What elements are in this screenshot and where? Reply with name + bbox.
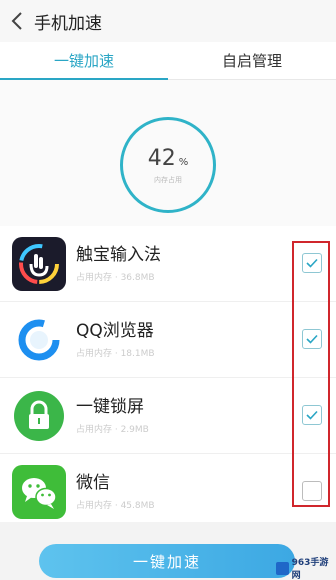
app-checkbox[interactable] xyxy=(302,481,322,501)
back-arrow-icon xyxy=(11,12,22,30)
memory-percent: 42 xyxy=(147,145,176,171)
header-bar: 手机加速 xyxy=(0,0,336,42)
watermark-text: 963手游网 xyxy=(291,558,329,580)
app-memory: 占用内存 · 45.8MB xyxy=(76,501,155,511)
boost-button[interactable]: 一键加速 xyxy=(39,544,295,578)
app-list: 触宝输入法 占用内存 · 36.8MB QQ浏览器 占用内存 · 18.1MB xyxy=(0,226,336,522)
app-name: 微信 xyxy=(76,473,110,493)
check-icon xyxy=(306,410,318,420)
app-name: 触宝输入法 xyxy=(76,245,161,265)
app-memory: 占用内存 · 36.8MB xyxy=(76,273,155,283)
memory-label: 内存占用 xyxy=(154,175,182,184)
memory-unit: % xyxy=(178,156,189,168)
tab-one-key-boost[interactable]: 一键加速 xyxy=(0,42,168,80)
touchpal-icon xyxy=(12,237,66,291)
page-title: 手机加速 xyxy=(34,13,102,34)
lock-icon xyxy=(12,389,66,443)
check-icon xyxy=(306,334,318,344)
watermark: 963手游网 xyxy=(276,557,336,580)
memory-ring: 42 % 内存占用 xyxy=(120,117,216,213)
list-item[interactable]: QQ浏览器 占用内存 · 18.1MB xyxy=(0,302,336,378)
qq-browser-icon xyxy=(12,313,66,367)
app-name: 一键锁屏 xyxy=(76,397,144,417)
tab-bar: 一键加速 自启管理 xyxy=(0,42,336,80)
app-checkbox[interactable] xyxy=(302,253,322,273)
app-checkbox[interactable] xyxy=(302,405,322,425)
app-name: QQ浏览器 xyxy=(76,321,154,341)
check-icon xyxy=(306,258,318,268)
list-item[interactable]: 微信 占用内存 · 45.8MB xyxy=(0,454,336,522)
wechat-icon xyxy=(12,465,66,519)
app-memory: 占用内存 · 2.9MB xyxy=(76,425,149,435)
tab-autostart-manage[interactable]: 自启管理 xyxy=(168,42,336,79)
memory-panel: 42 % 内存占用 xyxy=(0,80,336,226)
app-memory: 占用内存 · 18.1MB xyxy=(76,349,155,359)
list-item[interactable]: 一键锁屏 占用内存 · 2.9MB xyxy=(0,378,336,454)
back-button[interactable] xyxy=(0,0,34,42)
list-item[interactable]: 触宝输入法 占用内存 · 36.8MB xyxy=(0,226,336,302)
app-checkbox[interactable] xyxy=(302,329,322,349)
watermark-logo-icon xyxy=(276,561,289,575)
